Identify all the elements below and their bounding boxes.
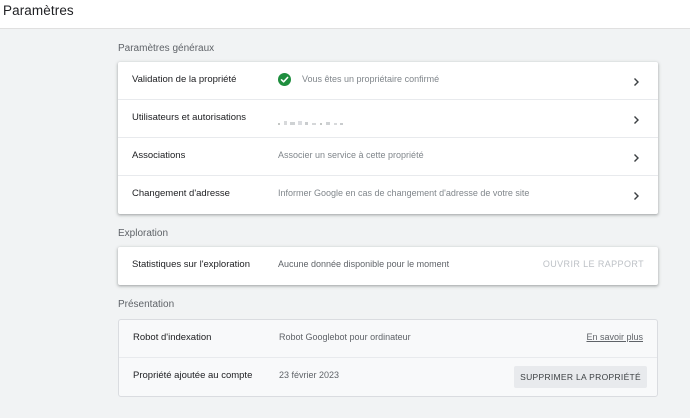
- row-title: Validation de la propriété: [132, 74, 237, 85]
- row-value: 23 février 2023: [279, 370, 340, 380]
- chevron-right-icon[interactable]: [630, 113, 642, 125]
- section-label-exploration: Exploration: [118, 228, 169, 239]
- row-value: Aucune donnée disponible pour le moment: [278, 259, 450, 269]
- row-title: Utilisateurs et autorisations: [132, 112, 247, 123]
- page-title: Paramètres: [3, 3, 74, 18]
- row-value: Associer un service à cette propriété: [278, 150, 424, 160]
- check-circle-icon: [278, 73, 291, 86]
- open-report-button[interactable]: OUVRIR LE RAPPORT: [543, 259, 644, 269]
- chevron-right-icon[interactable]: [630, 151, 642, 163]
- chevron-right-icon[interactable]: [630, 189, 642, 201]
- row-crawl-stats: Statistiques sur l'exploration Aucune do…: [118, 247, 658, 285]
- row-change-of-address[interactable]: Changement d'adresse Informer Google en …: [118, 176, 658, 214]
- top-bar: Paramètres: [0, 0, 690, 29]
- row-ownership-verification[interactable]: Validation de la propriété Vous êtes un …: [118, 62, 658, 100]
- section-label-general: Paramètres généraux: [118, 43, 215, 54]
- row-value: Vous êtes un propriétaire confirmé: [302, 74, 440, 84]
- row-title: Statistiques sur l'exploration: [132, 259, 250, 270]
- remove-property-button[interactable]: SUPPRIMER LA PROPRIÉTÉ: [514, 366, 647, 388]
- row-value: Robot Googlebot pour ordinateur: [279, 332, 411, 342]
- exploration-card: Statistiques sur l'exploration Aucune do…: [118, 247, 658, 285]
- row-title: Robot d'indexation: [133, 332, 212, 343]
- row-associations[interactable]: Associations Associer un service à cette…: [118, 138, 658, 176]
- section-label-presentation: Présentation: [118, 299, 175, 310]
- row-title: Associations: [132, 150, 186, 161]
- row-property-added: Propriété ajoutée au compte 23 février 2…: [119, 358, 657, 396]
- learn-more-link[interactable]: En savoir plus: [586, 332, 643, 342]
- redacted-value: [278, 114, 348, 125]
- general-settings-card: Validation de la propriété Vous êtes un …: [118, 62, 658, 214]
- row-title: Changement d'adresse: [132, 188, 230, 199]
- presentation-card: Robot d'indexation Robot Googlebot pour …: [118, 319, 658, 397]
- row-crawler: Robot d'indexation Robot Googlebot pour …: [119, 320, 657, 358]
- row-users-permissions[interactable]: Utilisateurs et autorisations: [118, 100, 658, 138]
- row-title: Propriété ajoutée au compte: [133, 370, 253, 381]
- row-value: Informer Google en cas de changement d'a…: [278, 188, 530, 198]
- chevron-right-icon[interactable]: [630, 75, 642, 87]
